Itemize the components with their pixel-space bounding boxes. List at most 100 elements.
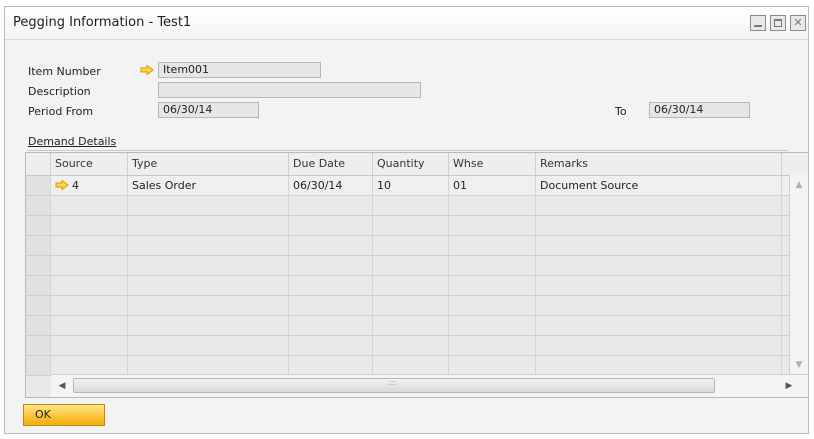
- cell-whse[interactable]: [449, 276, 536, 295]
- row-selector[interactable]: [26, 316, 51, 335]
- cell-whse[interactable]: [449, 216, 536, 235]
- cell-quantity[interactable]: [373, 196, 449, 215]
- cell-type[interactable]: Sales Order: [128, 176, 289, 195]
- cell-type[interactable]: [128, 316, 289, 335]
- cell-due-date[interactable]: [289, 336, 373, 355]
- column-header-whse[interactable]: Whse: [449, 153, 536, 175]
- horizontal-scrollbar[interactable]: ◀ ▶: [51, 374, 808, 397]
- cell-remarks[interactable]: Document Source: [536, 176, 782, 195]
- cell-whse[interactable]: [449, 296, 536, 315]
- row-selector[interactable]: [26, 256, 51, 275]
- cell-remarks[interactable]: [536, 356, 782, 375]
- cell-whse[interactable]: [449, 196, 536, 215]
- row-selector[interactable]: [26, 176, 51, 195]
- cell-due-date[interactable]: [289, 356, 373, 375]
- cell-source[interactable]: [51, 316, 128, 335]
- row-selector[interactable]: [26, 216, 51, 235]
- cell-due-date[interactable]: [289, 236, 373, 255]
- scroll-right-icon[interactable]: ▶: [780, 378, 798, 394]
- cell-due-date[interactable]: [289, 216, 373, 235]
- link-arrow-icon[interactable]: [140, 65, 154, 75]
- vertical-scrollbar[interactable]: ▲ ▼: [789, 175, 808, 375]
- cell-source[interactable]: 4: [51, 176, 128, 195]
- cell-due-date[interactable]: 06/30/14: [289, 176, 373, 195]
- cell-type[interactable]: [128, 276, 289, 295]
- table-row[interactable]: [26, 296, 790, 316]
- ok-button[interactable]: OK: [23, 404, 105, 426]
- row-selector[interactable]: [26, 336, 51, 355]
- column-header-remarks[interactable]: Remarks: [536, 153, 782, 175]
- table-row[interactable]: [26, 356, 790, 376]
- horizontal-scroll-thumb[interactable]: [73, 378, 715, 393]
- cell-quantity[interactable]: [373, 256, 449, 275]
- table-row[interactable]: [26, 276, 790, 296]
- cell-source[interactable]: [51, 216, 128, 235]
- cell-remarks[interactable]: [536, 276, 782, 295]
- minimize-icon[interactable]: [750, 15, 766, 31]
- cell-whse[interactable]: [449, 356, 536, 375]
- cell-remarks[interactable]: [536, 316, 782, 335]
- row-selector[interactable]: [26, 236, 51, 255]
- cell-quantity[interactable]: [373, 296, 449, 315]
- cell-due-date[interactable]: [289, 196, 373, 215]
- cell-source[interactable]: [51, 276, 128, 295]
- column-header-source[interactable]: Source: [51, 153, 128, 175]
- table-row[interactable]: [26, 216, 790, 236]
- cell-type[interactable]: [128, 236, 289, 255]
- cell-type[interactable]: [128, 336, 289, 355]
- cell-type[interactable]: [128, 296, 289, 315]
- cell-remarks[interactable]: [536, 256, 782, 275]
- item-number-field[interactable]: Item001: [158, 62, 321, 78]
- cell-remarks[interactable]: [536, 336, 782, 355]
- cell-type[interactable]: [128, 196, 289, 215]
- period-from-field[interactable]: 06/30/14: [158, 102, 259, 118]
- table-row[interactable]: [26, 316, 790, 336]
- cell-type[interactable]: [128, 356, 289, 375]
- cell-remarks[interactable]: [536, 236, 782, 255]
- table-row[interactable]: [26, 196, 790, 216]
- cell-type[interactable]: [128, 256, 289, 275]
- cell-whse[interactable]: [449, 336, 536, 355]
- cell-due-date[interactable]: [289, 296, 373, 315]
- cell-source[interactable]: [51, 196, 128, 215]
- scroll-left-icon[interactable]: ◀: [53, 378, 71, 394]
- cell-source[interactable]: [51, 336, 128, 355]
- cell-source[interactable]: [51, 296, 128, 315]
- cell-source[interactable]: [51, 236, 128, 255]
- cell-due-date[interactable]: [289, 276, 373, 295]
- cell-remarks[interactable]: [536, 296, 782, 315]
- cell-quantity[interactable]: [373, 216, 449, 235]
- cell-whse[interactable]: 01: [449, 176, 536, 195]
- cell-source[interactable]: [51, 356, 128, 375]
- row-selector[interactable]: [26, 276, 51, 295]
- link-arrow-icon[interactable]: [55, 180, 69, 190]
- cell-quantity[interactable]: [373, 316, 449, 335]
- column-header-due-date[interactable]: Due Date: [289, 153, 373, 175]
- table-row[interactable]: [26, 256, 790, 276]
- close-icon[interactable]: ✕: [790, 15, 806, 31]
- to-field[interactable]: 06/30/14: [649, 102, 750, 118]
- table-row[interactable]: 4 Sales Order 06/30/14 10 01 Document So…: [26, 176, 790, 196]
- cell-source[interactable]: [51, 256, 128, 275]
- row-selector[interactable]: [26, 296, 51, 315]
- cell-quantity[interactable]: [373, 356, 449, 375]
- table-row[interactable]: [26, 336, 790, 356]
- cell-due-date[interactable]: [289, 256, 373, 275]
- description-field[interactable]: [158, 82, 421, 98]
- cell-remarks[interactable]: [536, 216, 782, 235]
- cell-whse[interactable]: [449, 316, 536, 335]
- cell-whse[interactable]: [449, 256, 536, 275]
- maximize-icon[interactable]: [770, 15, 786, 31]
- scroll-up-icon[interactable]: ▲: [790, 177, 808, 193]
- column-header-type[interactable]: Type: [128, 153, 289, 175]
- row-selector[interactable]: [26, 356, 51, 375]
- row-selector[interactable]: [26, 196, 51, 215]
- cell-quantity[interactable]: [373, 336, 449, 355]
- cell-whse[interactable]: [449, 236, 536, 255]
- table-row[interactable]: [26, 236, 790, 256]
- column-header-quantity[interactable]: Quantity: [373, 153, 449, 175]
- cell-remarks[interactable]: [536, 196, 782, 215]
- cell-due-date[interactable]: [289, 316, 373, 335]
- cell-quantity[interactable]: [373, 276, 449, 295]
- cell-type[interactable]: [128, 216, 289, 235]
